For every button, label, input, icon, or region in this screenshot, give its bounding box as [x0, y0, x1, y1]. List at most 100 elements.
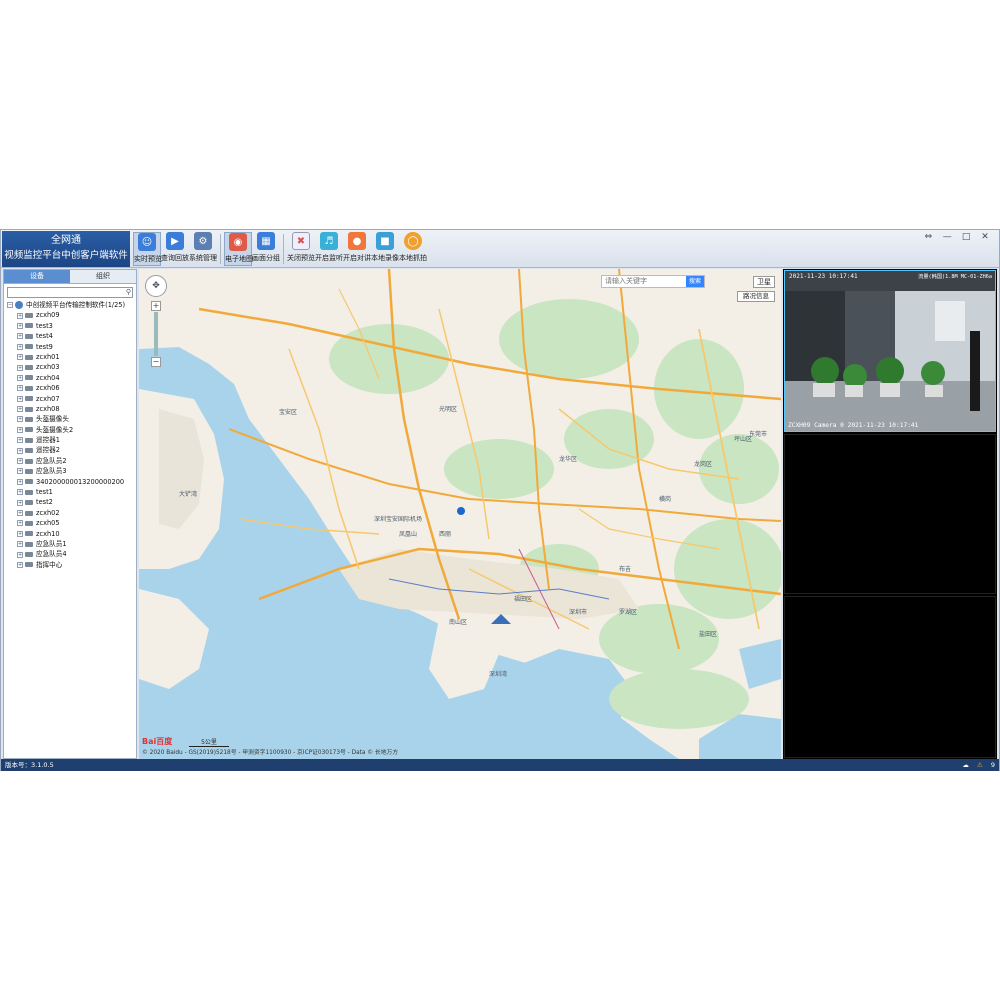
logo-line1: 全网通 — [51, 235, 81, 246]
tab-organization[interactable]: 组织 — [70, 270, 136, 283]
local-snapshot-button[interactable]: ◯ 本地抓拍 — [399, 232, 427, 266]
search-icon[interactable]: ⚲ — [126, 288, 131, 297]
map-place-label: 龙岗区 — [694, 461, 713, 468]
tree-device-item[interactable]: + zcxh04 — [7, 373, 136, 383]
tree-device-item[interactable]: + test1 — [7, 487, 136, 497]
expand-icon[interactable]: + — [17, 354, 23, 361]
tree-device-item[interactable]: + test3 — [7, 321, 136, 331]
map-place-label: 凤凰山 — [399, 531, 418, 538]
expand-icon[interactable]: + — [17, 333, 23, 340]
tree-device-item[interactable]: + test4 — [7, 331, 136, 341]
tree-device-item[interactable]: + 头盔摄像头2 — [7, 425, 136, 435]
expand-icon[interactable]: + — [17, 499, 23, 506]
device-search-input[interactable]: ⚲ — [7, 287, 133, 298]
local-record-button[interactable]: ■ 本地录像 — [371, 232, 399, 266]
tree-device-item[interactable]: + 遥控器2 — [7, 445, 136, 455]
map-place-label: 福田区 — [514, 596, 533, 603]
map-search-button[interactable]: 搜索 — [686, 276, 704, 287]
road-info-button[interactable]: 路况信息 — [737, 291, 775, 302]
expand-icon[interactable]: + — [17, 322, 23, 329]
expand-icon[interactable]: + — [17, 510, 23, 516]
expand-icon[interactable]: + — [17, 551, 23, 558]
expand-icon[interactable]: + — [17, 520, 23, 527]
expand-icon[interactable]: + — [17, 385, 23, 392]
microphone-icon: ● — [348, 232, 366, 250]
satellite-button[interactable]: 卫星 — [753, 276, 775, 288]
map-place-label: 布吉 — [619, 566, 632, 573]
tree-device-item[interactable]: + zcxh09 — [7, 310, 136, 320]
zoom-in-button[interactable]: + — [151, 301, 161, 311]
tree-device-item[interactable]: + 头盔摄像头 — [7, 414, 136, 424]
map-place-label: 西丽 — [439, 531, 452, 538]
tree-device-item[interactable]: + test9 — [7, 342, 136, 352]
system-manage-button[interactable]: ⚙ 系统管理 — [189, 232, 217, 266]
close-icon[interactable]: ✕ — [977, 232, 993, 242]
tree-device-item[interactable]: + 指挥中心 — [7, 560, 136, 570]
tree-device-item[interactable]: + 应急队员2 — [7, 456, 136, 466]
expand-icon[interactable]: + — [17, 541, 23, 548]
device-label: zcxh10 — [36, 529, 60, 538]
expand-icon[interactable]: + — [17, 561, 23, 568]
tree-device-item[interactable]: + 应急队员1 — [7, 539, 136, 549]
tree-root[interactable]: − 中创视频平台传输控制软件(1/25) — [7, 300, 136, 310]
expand-icon[interactable]: + — [17, 343, 23, 350]
toolbar-divider — [283, 234, 284, 264]
listen-button[interactable]: ♬ 开启监听 — [315, 232, 343, 266]
video-stream-info: 流量(韩国)1.8M MC-01-ZH6a — [918, 274, 992, 280]
intercom-button[interactable]: ● 开启对讲 — [343, 232, 371, 266]
tree-device-item[interactable]: + zcxh08 — [7, 404, 136, 414]
pan-control-icon[interactable]: ✥ — [145, 275, 167, 297]
device-label: zcxh05 — [36, 519, 60, 528]
maximize-icon[interactable]: □ — [958, 232, 974, 242]
expand-icon[interactable]: + — [17, 468, 23, 475]
video-timestamp: 2021-11-23 10:17:41 — [789, 273, 858, 280]
realtime-preview-button[interactable]: ☺ 实时预览 — [133, 232, 162, 266]
close-preview-button[interactable]: ✖ 关闭预览 — [287, 232, 315, 266]
device-icon — [25, 375, 33, 381]
zoom-out-button[interactable]: − — [151, 357, 161, 367]
expand-icon[interactable]: + — [17, 447, 23, 454]
expand-icon[interactable]: + — [17, 406, 23, 413]
expand-icon[interactable]: + — [17, 426, 23, 433]
expand-icon[interactable]: + — [17, 530, 23, 537]
tree-device-item[interactable]: + zcxh07 — [7, 394, 136, 404]
expand-icon[interactable]: + — [17, 364, 23, 371]
expand-icon[interactable]: + — [17, 395, 23, 402]
tree-device-item[interactable]: + zcxh05 — [7, 518, 136, 528]
tree-device-item[interactable]: + zcxh01 — [7, 352, 136, 362]
expand-icon[interactable]: + — [17, 458, 23, 465]
emap-button[interactable]: ◉ 电子地图 — [224, 232, 253, 266]
tree-device-item[interactable]: + 应急队员4 — [7, 549, 136, 559]
tree-device-item[interactable]: + test2 — [7, 497, 136, 507]
expand-icon[interactable]: + — [17, 374, 23, 381]
tree-device-item[interactable]: + zcxh02 — [7, 508, 136, 518]
screen-group-button[interactable]: ▦ 画面分组 — [252, 232, 280, 266]
tree-device-item[interactable]: + zcxh10 — [7, 529, 136, 539]
tab-device[interactable]: 设备 — [4, 270, 70, 283]
electronic-map[interactable]: 请输入关键字 搜索 卫星 路况信息 ✥ + − 宝安区 光明区 龙华区 南山区 深圳市 罗… — [139, 269, 781, 759]
alarm-bell-icon[interactable]: ⚠ — [977, 759, 983, 771]
expand-icon[interactable]: + — [17, 489, 23, 496]
logo-line2: 视频监控平台中创客户端软件 — [4, 250, 128, 261]
zoom-slider[interactable] — [154, 312, 158, 356]
tree-device-item[interactable]: + zcxh03 — [7, 362, 136, 372]
expand-icon[interactable]: + — [17, 478, 23, 485]
video-cell-1[interactable]: 2021-11-23 10:17:41 流量(韩国)1.8M MC-01-ZH6… — [784, 270, 996, 432]
expand-icon[interactable]: + — [17, 416, 23, 423]
tree-device-item[interactable]: + 应急队员3 — [7, 466, 136, 476]
tree-device-item[interactable]: +340200000013200000200 — [7, 477, 136, 487]
map-place-label: 盐田区 — [699, 631, 718, 638]
cloud-icon[interactable]: ☁ — [962, 759, 969, 771]
video-cell-3[interactable] — [784, 596, 996, 758]
playback-button[interactable]: ▶ 查询回放 — [161, 232, 189, 266]
minimize-icon[interactable]: — — [939, 232, 955, 242]
expand-icon[interactable]: + — [17, 437, 23, 444]
expand-icon[interactable]: + — [17, 312, 23, 319]
map-search-input[interactable]: 请输入关键字 搜索 — [601, 275, 705, 288]
collapse-icon[interactable]: − — [7, 302, 13, 309]
tree-device-item[interactable]: + zcxh06 — [7, 383, 136, 393]
tree-device-item[interactable]: + 遥控器1 — [7, 435, 136, 445]
device-icon — [25, 323, 33, 329]
pin-icon[interactable]: ⇔ — [920, 232, 936, 242]
video-cell-2[interactable] — [784, 434, 996, 594]
